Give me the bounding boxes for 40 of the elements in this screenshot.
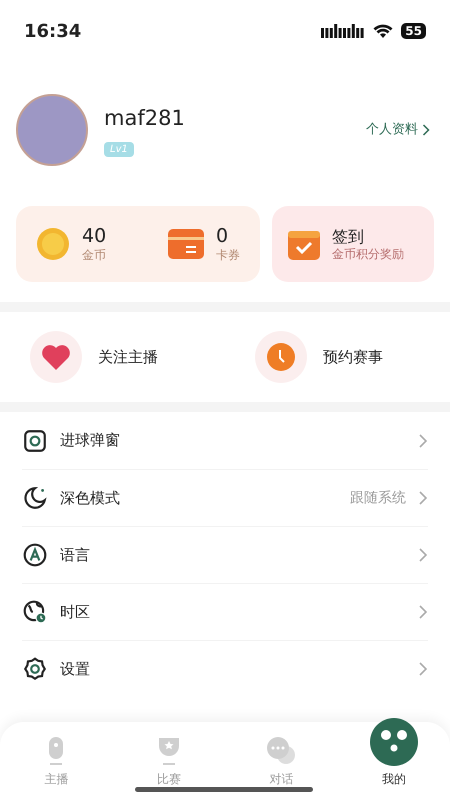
tab[interactable]: 我的 (338, 722, 450, 788)
chat-bubbles-icon (266, 736, 296, 766)
checkin-card[interactable]: 签到 金币积分奖励 (272, 206, 434, 282)
globe-clock-icon (22, 599, 48, 625)
checkin-subtitle: 金币积分奖励 (332, 246, 404, 262)
chevron-icon (418, 490, 428, 506)
menu-item[interactable]: 进球弹窗 (22, 412, 428, 469)
wallet-label: 卡券 (216, 248, 240, 264)
coin-icon (36, 227, 70, 261)
signal-icon (321, 24, 366, 38)
profile-link[interactable]: 个人资料 (366, 120, 434, 140)
wallet-label: 金币 (82, 248, 106, 264)
status-time: 16:34 (24, 20, 82, 44)
wifi-icon (373, 24, 394, 38)
checkin-title: 签到 (332, 226, 364, 246)
menu-item[interactable]: 时区 (22, 583, 428, 640)
chevron-icon (418, 432, 428, 448)
shortcut-button[interactable]: 关注主播 (0, 331, 225, 383)
menu-item[interactable]: 语言 (22, 526, 428, 583)
card-icon (168, 229, 204, 259)
calendar-check-icon (288, 228, 320, 260)
wallet-value: 0 (216, 224, 230, 248)
heart-icon (41, 344, 71, 370)
menu-item[interactable]: 设置 (22, 640, 428, 697)
level-badge: Lv1 (104, 142, 134, 158)
letter-circle-icon (22, 542, 48, 568)
menu-value: 跟随系统 (350, 488, 406, 508)
username: maf281 (104, 104, 185, 132)
wallet-value: 40 (82, 224, 106, 248)
shortcut-button[interactable]: 预约赛事 (225, 331, 450, 383)
moon-icon (22, 485, 48, 511)
chevron-icon (418, 547, 428, 563)
clock-icon (267, 343, 295, 371)
chevron-icon (418, 604, 428, 620)
battery-indicator: 55 (401, 23, 426, 39)
chevron-icon (418, 661, 428, 677)
menu-item[interactable]: 深色模式 跟随系统 (22, 469, 428, 526)
chevron-icon (422, 123, 430, 137)
avatar (16, 94, 88, 166)
settings-icon (22, 656, 48, 682)
